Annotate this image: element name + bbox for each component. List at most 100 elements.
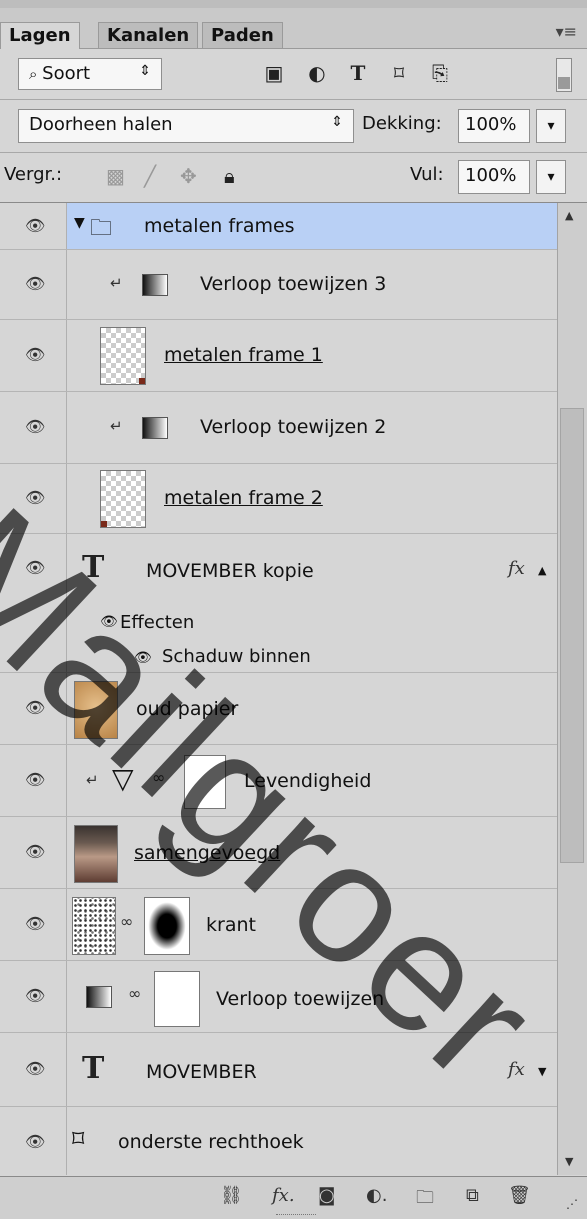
new-group-folder-icon[interactable]: 🗀 xyxy=(416,1185,434,1215)
expand-effects-icon[interactable]: ▼ xyxy=(538,1065,546,1078)
layer-thumbnail xyxy=(74,825,118,883)
layer-name: MOVEMBER xyxy=(146,1061,257,1083)
lock-all-icon[interactable]: 🔒︎ xyxy=(224,164,235,188)
visibility-eye-icon[interactable]: 👁︎ xyxy=(25,558,45,577)
type-filter-icon[interactable]: T xyxy=(347,61,369,85)
smart-object-filter-icon[interactable]: ⎘ xyxy=(429,61,451,85)
blend-row: Doorheen halen ⇕ Dekking: 100% ▾ xyxy=(0,100,587,153)
fx-icon[interactable]: fx xyxy=(508,1059,525,1080)
visibility-eye-icon[interactable]: 👁︎ xyxy=(25,770,45,789)
layer-samengevoegd[interactable]: 👁︎ samengevoegd xyxy=(0,817,557,889)
expand-triangle-icon[interactable]: ▼ xyxy=(74,215,85,231)
eye-column: 👁︎ xyxy=(0,961,67,1032)
tab-lagen[interactable]: Lagen xyxy=(0,22,80,49)
lock-transparency-icon[interactable]: ▩ xyxy=(106,164,125,188)
visibility-eye-icon[interactable]: 👁︎ xyxy=(25,986,45,1005)
layer-verloop-toewijzen[interactable]: 👁︎ ∞ Verloop toewijzen xyxy=(0,961,557,1033)
layer-name: oud papier xyxy=(136,698,239,720)
layer-group-metalen-frames[interactable]: 👁︎ ▼ 🗀 metalen frames xyxy=(0,203,557,250)
panel-menu-icon[interactable]: ▾≡ xyxy=(556,22,577,41)
eye-column: 👁︎ xyxy=(0,203,67,249)
adjustment-filter-icon[interactable]: ◐ xyxy=(306,61,328,85)
visibility-eye-icon[interactable]: 👁︎ xyxy=(25,842,45,861)
layer-thumbnail xyxy=(100,327,146,385)
opacity-slider-button[interactable]: ▾ xyxy=(536,109,566,143)
layer-metalen-frame-2[interactable]: 👁︎ metalen frame 2 xyxy=(0,464,557,534)
visibility-eye-icon[interactable]: 👁︎ xyxy=(25,1132,45,1151)
layer-name: metalen frame 1 xyxy=(164,344,323,366)
clipping-arrow-icon: ↵ xyxy=(86,771,99,789)
fill-input[interactable]: 100% xyxy=(458,160,530,194)
opacity-input[interactable]: 100% xyxy=(458,109,530,143)
resize-grip-icon[interactable]: ⋰ xyxy=(566,1197,578,1211)
filter-toggle-switch[interactable] xyxy=(556,58,572,92)
visibility-eye-icon[interactable]: 👁︎ xyxy=(25,1059,45,1078)
new-adjustment-icon[interactable]: ◐. xyxy=(366,1185,387,1206)
shape-filter-icon[interactable]: ⌑ xyxy=(388,61,410,85)
clipping-arrow-icon: ↵ xyxy=(110,417,123,435)
layer-thumbnail xyxy=(100,470,146,528)
filter-kind-select[interactable]: ⌕ Soort ⇕ xyxy=(18,58,162,90)
link-icon[interactable]: ∞ xyxy=(120,912,133,931)
layers-scrollbar[interactable]: ▲ ▼ xyxy=(557,203,587,1175)
delete-trash-icon[interactable]: 🗑︎ xyxy=(508,1185,531,1206)
visibility-eye-icon[interactable]: 👁︎ xyxy=(25,274,45,293)
link-icon[interactable]: ∞ xyxy=(128,984,141,1003)
visibility-eye-icon[interactable]: 👁︎ xyxy=(25,417,45,436)
fx-icon[interactable]: fx xyxy=(508,558,525,579)
effects-eye-icon[interactable]: 👁︎ xyxy=(100,614,118,630)
tab-paden[interactable]: Paden xyxy=(202,22,283,48)
effect-inner-shadow[interactable]: Schaduw binnen xyxy=(162,646,311,667)
layer-movember[interactable]: 👁︎ T MOVEMBER fx ▼ xyxy=(0,1033,557,1107)
scroll-thumb[interactable] xyxy=(560,408,584,863)
lock-position-icon[interactable]: ✥ xyxy=(180,164,197,188)
lock-row: Vergr.: ▩ ╱ ✥ 🔒︎ Vul: 100% ▾ xyxy=(0,152,587,203)
eye-column: 👁︎ xyxy=(0,1107,67,1175)
visibility-eye-icon[interactable]: 👁︎ xyxy=(25,488,45,507)
visibility-eye-icon[interactable]: 👁︎ xyxy=(25,345,45,364)
layer-thumbnail xyxy=(72,897,116,955)
eye-column: 👁︎ xyxy=(0,889,67,960)
layer-movember-kopie[interactable]: 👁︎ T MOVEMBER kopie fx ▲ 👁︎ Effecten 👁︎ … xyxy=(0,534,557,673)
eye-column: 👁︎ xyxy=(0,464,67,533)
panel-drag-handle[interactable] xyxy=(276,1214,316,1218)
layer-verloop-toewijzen-3[interactable]: 👁︎ ↵ Verloop toewijzen 3 xyxy=(0,250,557,320)
layer-krant[interactable]: 👁︎ ∞ krant xyxy=(0,889,557,961)
blend-mode-value: Doorheen halen xyxy=(29,114,173,135)
scroll-down-arrow-icon[interactable]: ▼ xyxy=(565,1155,573,1168)
layer-name: onderste rechthoek xyxy=(118,1131,304,1153)
pixel-filter-icon[interactable]: ▣ xyxy=(263,61,285,85)
link-layers-icon[interactable]: ⛓ xyxy=(220,1185,243,1206)
layer-onderste-rechthoek[interactable]: 👁︎ ⌑ onderste rechthoek xyxy=(0,1107,557,1175)
opacity-label: Dekking: xyxy=(362,113,442,134)
fill-slider-button[interactable]: ▾ xyxy=(536,160,566,194)
text-layer-icon: T xyxy=(82,550,105,585)
scroll-up-arrow-icon[interactable]: ▲ xyxy=(565,209,573,222)
layer-oud-papier[interactable]: 👁︎ oud papier xyxy=(0,673,557,745)
add-mask-icon[interactable]: ◙ xyxy=(318,1185,335,1206)
layer-name: samengevoegd xyxy=(134,842,281,864)
layer-metalen-frame-1[interactable]: 👁︎ metalen frame 1 xyxy=(0,320,557,392)
visibility-eye-icon[interactable]: 👁︎ xyxy=(25,216,45,235)
visibility-eye-icon[interactable]: 👁︎ xyxy=(25,914,45,933)
eye-column: 👁︎ xyxy=(0,392,67,463)
search-icon: ⌕ xyxy=(29,65,43,83)
eye-column: 👁︎ xyxy=(0,320,67,391)
new-layer-icon[interactable]: ⧉ xyxy=(466,1185,479,1206)
clipping-arrow-icon: ↵ xyxy=(110,274,123,292)
layer-levendigheid[interactable]: 👁︎ ↵ ▽ ∞ Levendigheid xyxy=(0,745,557,817)
link-icon[interactable]: ∞ xyxy=(152,768,165,787)
layer-name: Verloop toewijzen xyxy=(216,988,385,1010)
panel-header-strip[interactable] xyxy=(0,0,587,8)
add-style-fx-icon[interactable]: fx. xyxy=(272,1185,295,1206)
effect-eye-icon[interactable]: 👁︎ xyxy=(134,650,152,666)
layer-mask-thumbnail xyxy=(144,897,190,955)
collapse-effects-icon[interactable]: ▲ xyxy=(538,564,546,577)
blend-mode-select[interactable]: Doorheen halen ⇕ xyxy=(18,109,354,143)
gradient-map-icon xyxy=(142,417,168,439)
visibility-eye-icon[interactable]: 👁︎ xyxy=(25,698,45,717)
lock-pixels-brush-icon[interactable]: ╱ xyxy=(144,164,156,188)
layer-verloop-toewijzen-2[interactable]: 👁︎ ↵ Verloop toewijzen 2 xyxy=(0,392,557,464)
folder-icon: 🗀 xyxy=(90,216,113,241)
tab-kanalen[interactable]: Kanalen xyxy=(98,22,199,48)
